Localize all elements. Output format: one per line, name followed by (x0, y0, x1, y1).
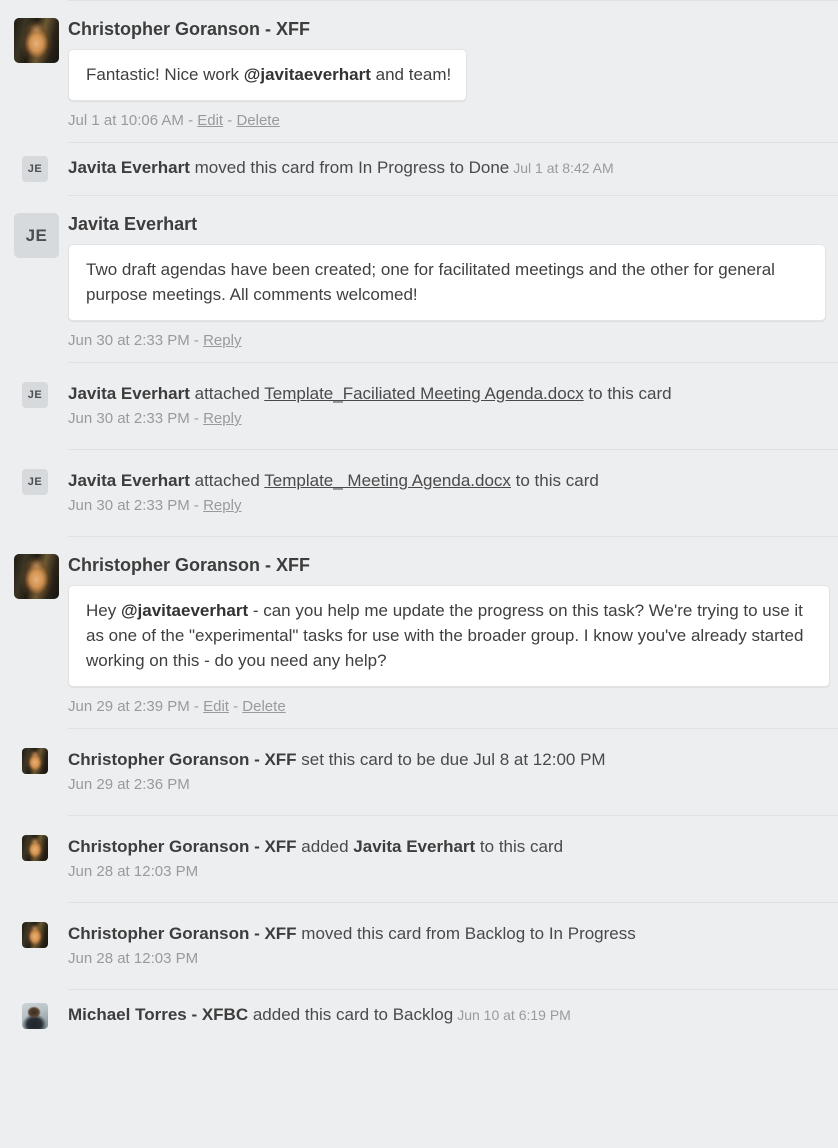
edit-link[interactable]: Edit (197, 112, 223, 129)
meta-separator: - (228, 698, 243, 715)
timestamp: Jul 1 at 8:42 AM (513, 160, 614, 176)
attachment-file-link[interactable]: Template_ Meeting Agenda.docx (264, 471, 511, 490)
activity-line: Christopher Goranson - XFF moved this ca… (68, 922, 834, 946)
activity-text: moved this card from In Progress to Done (189, 158, 510, 177)
reply-link[interactable]: Reply (203, 332, 241, 349)
avatar[interactable]: JE (22, 156, 48, 182)
avatar[interactable] (14, 18, 59, 63)
comment-author: Javita Everhart (68, 214, 198, 234)
comment-body: Two draft agendas have been created; one… (68, 244, 826, 321)
comment-author: Christopher Goranson - XFF (68, 19, 311, 39)
avatar[interactable]: JE (14, 213, 59, 258)
activity-verb: attached (189, 471, 265, 490)
avatar-initials: JE (25, 225, 48, 245)
attachment-entry: JE Javita Everhart attached Template_ Me… (0, 449, 838, 536)
avatar[interactable] (22, 1003, 48, 1029)
timestamp: Jun 28 at 12:03 PM (68, 950, 199, 967)
comment-text-post: and team! (370, 65, 452, 84)
reply-link[interactable]: Reply (203, 497, 241, 514)
timestamp: Jun 29 at 2:36 PM (68, 776, 190, 793)
reply-link[interactable]: Reply (203, 410, 241, 427)
activity-verb: attached (189, 384, 265, 403)
actor-name[interactable]: Christopher Goranson - XFF (68, 750, 297, 769)
member-name[interactable]: Javita Everhart (353, 837, 475, 856)
activity-text: set this card to be due Jul 8 at 12:00 P… (296, 750, 606, 769)
timestamp: Jul 1 at 10:06 AM (68, 112, 184, 129)
meta-separator: - (189, 698, 204, 715)
edit-link[interactable]: Edit (203, 698, 229, 715)
comment-meta: Jul 1 at 10:06 AM - Edit - Delete (68, 112, 834, 130)
delete-link[interactable]: Delete (242, 698, 285, 715)
activity-entry-moved-card: JE Javita Everhart moved this card from … (0, 142, 838, 195)
mention[interactable]: @javitaeverhart (244, 65, 371, 84)
activity-entry-added-card: Michael Torres - XFBC added this card to… (0, 989, 838, 1042)
attachment-line: Javita Everhart attached Template_Facili… (68, 382, 834, 406)
avatar[interactable]: JE (22, 469, 48, 495)
avatar[interactable] (14, 554, 59, 599)
timestamp: Jun 30 at 2:33 PM (68, 410, 190, 427)
meta-separator: - (189, 497, 204, 514)
activity-line: Christopher Goranson - XFF added Javita … (68, 835, 834, 859)
activity-text: added this card to Backlog (248, 1005, 454, 1024)
activity-line: Christopher Goranson - XFF set this card… (68, 748, 834, 772)
avatar-initials: JE (27, 476, 43, 488)
avatar[interactable]: JE (22, 382, 48, 408)
comment-entry: Christopher Goranson - XFF Hey @javitaev… (0, 536, 838, 728)
comment-meta: Jun 29 at 2:39 PM - Edit - Delete (68, 698, 834, 716)
comment-meta: Jun 30 at 2:33 PM - Reply (68, 332, 834, 350)
activity-entry-due-date: Christopher Goranson - XFF set this card… (0, 728, 838, 815)
timestamp: Jun 30 at 2:33 PM (68, 497, 190, 514)
attachment-line: Javita Everhart attached Template_ Meeti… (68, 469, 834, 493)
attachment-entry: JE Javita Everhart attached Template_Fac… (0, 362, 838, 449)
actor-name[interactable]: Javita Everhart (68, 471, 190, 490)
attachment-meta: Jun 30 at 2:33 PM - Reply (68, 409, 834, 429)
activity-entry-added-member: Christopher Goranson - XFF added Javita … (0, 815, 838, 902)
avatar-initials: JE (27, 163, 43, 175)
comment-author: Christopher Goranson - XFF (68, 555, 311, 575)
meta-separator: - (223, 112, 237, 129)
comment-text-pre: Fantastic! Nice work (86, 65, 244, 84)
timestamp: Jun 28 at 12:03 PM (68, 863, 199, 880)
avatar[interactable] (22, 922, 48, 948)
actor-name[interactable]: Christopher Goranson - XFF (68, 837, 297, 856)
delete-link[interactable]: Delete (236, 112, 279, 129)
meta-separator: - (189, 332, 204, 349)
comment-entry: JE Javita Everhart Two draft agendas hav… (0, 195, 838, 362)
timestamp: Jun 29 at 2:39 PM (68, 698, 190, 715)
timestamp: Jun 10 at 6:19 PM (457, 1007, 571, 1023)
avatar-initials: JE (27, 389, 43, 401)
actor-name[interactable]: Michael Torres - XFBC (68, 1005, 248, 1024)
meta-separator: - (189, 410, 204, 427)
avatar[interactable] (22, 748, 48, 774)
meta-separator: - (183, 112, 198, 129)
actor-name[interactable]: Javita Everhart (68, 158, 190, 177)
avatar[interactable] (22, 835, 48, 861)
card-activity-feed: Christopher Goranson - XFF Fantastic! Ni… (0, 0, 838, 1042)
activity-text: moved this card from Backlog to In Progr… (296, 924, 636, 943)
activity-suffix: to this card (510, 471, 599, 490)
actor-name[interactable]: Javita Everhart (68, 384, 190, 403)
comment-text-pre: Hey (86, 601, 121, 620)
comment-body: Hey @javitaeverhart - can you help me up… (68, 585, 830, 687)
actor-name[interactable]: Christopher Goranson - XFF (68, 924, 297, 943)
mention[interactable]: @javitaeverhart (121, 601, 248, 620)
comment-body: Fantastic! Nice work @javitaeverhart and… (68, 49, 468, 101)
activity-text-pre: added (296, 837, 354, 856)
attachment-meta: Jun 30 at 2:33 PM - Reply (68, 496, 834, 516)
activity-text-post: to this card (475, 837, 564, 856)
activity-suffix: to this card (583, 384, 672, 403)
attachment-file-link[interactable]: Template_Faciliated Meeting Agenda.docx (264, 384, 583, 403)
timestamp: Jun 30 at 2:33 PM (68, 332, 190, 349)
activity-entry-moved-card: Christopher Goranson - XFF moved this ca… (0, 902, 838, 989)
comment-entry: Christopher Goranson - XFF Fantastic! Ni… (0, 0, 838, 142)
